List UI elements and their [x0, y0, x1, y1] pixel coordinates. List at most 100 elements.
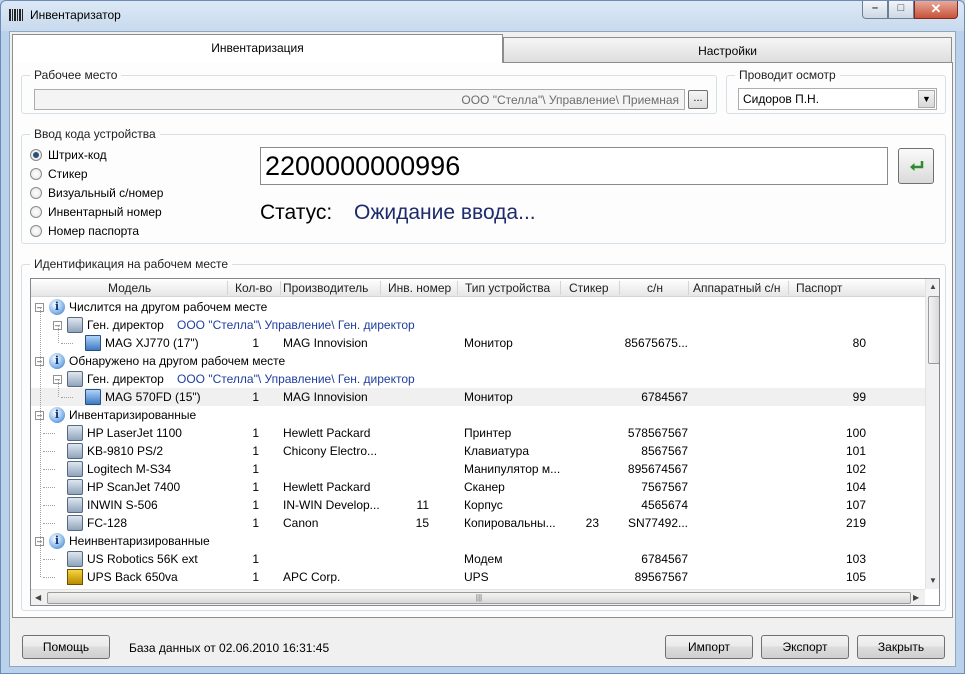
group-row[interactable]: – i Числится на другом рабочем месте [31, 298, 925, 316]
passport-cell: 80 [852, 336, 866, 350]
device-row[interactable]: INWIN S-506 1 IN-WIN Develop... 11 Корпус 456… [31, 496, 925, 514]
workplace-field[interactable]: ООО "Стелла"\ Управление\ Приемная [34, 89, 685, 110]
close-icon: ✕ [930, 1, 942, 16]
device-row[interactable]: FC-128 1 Canon 15 Копировальны... 23 SN77492..… [31, 514, 925, 532]
monitor-icon [85, 389, 101, 405]
printer-icon [67, 425, 83, 441]
ups-icon [67, 569, 83, 585]
quantity-cell: 1 [252, 570, 259, 584]
serial-cell: 895674567 [627, 462, 688, 476]
column-header[interactable]: с/н [647, 281, 663, 295]
workplace-browse-button[interactable]: ... [688, 90, 708, 109]
info-icon: i [49, 353, 65, 369]
radio-sticker[interactable]: Стикер [30, 166, 88, 182]
list-header: Модель Кол-во Производитель Инв. номер Тип у… [31, 279, 925, 297]
export-button[interactable]: Экспорт [761, 635, 849, 659]
vendor-cell: MAG Innovision [283, 390, 368, 404]
vendor-cell: APC Corp. [283, 570, 341, 584]
mouse-icon [67, 461, 83, 477]
passport-cell: 104 [845, 480, 866, 494]
model-cell: HP LaserJet 1100 [87, 426, 182, 440]
model-cell: KB-9810 PS/2 [87, 444, 164, 458]
vertical-scroll-thumb[interactable] [928, 296, 939, 364]
inspector-select[interactable]: Сидоров П.Н. ▼ [738, 88, 937, 110]
device-code-input[interactable]: 2200000000996 [260, 147, 888, 185]
scanner-icon [67, 479, 83, 495]
passport-cell: 100 [845, 426, 866, 440]
model-cell: US Robotics 56K ext [87, 552, 198, 566]
vertical-scrollbar[interactable]: ▲ ▼ [925, 279, 939, 589]
device-row[interactable]: KB-9810 PS/2 1 Chicony Electro... Клавиатур… [31, 442, 925, 460]
inventory-number-cell: 11 [416, 498, 429, 512]
serial-cell: 8567567 [641, 444, 688, 458]
horizontal-scrollbar[interactable]: ◀ ||| ▶ [31, 589, 925, 605]
import-button[interactable]: Импорт [665, 635, 753, 659]
column-header[interactable]: Кол-во [235, 281, 272, 295]
status-label: Статус: [260, 201, 333, 224]
minimize-button[interactable]: – [862, 1, 888, 19]
code-entry-group-title: Ввод кода устройства [30, 127, 160, 141]
tab-settings[interactable]: Настройки [503, 37, 952, 63]
model-cell: Обнаружено на другом рабочем месте [69, 354, 286, 368]
scroll-down-icon[interactable]: ▼ [929, 576, 937, 585]
status-value: Ожидание ввода... [354, 201, 536, 224]
radio-visual-serial[interactable]: Визуальный с/номер [30, 185, 163, 201]
column-header[interactable]: Производитель [283, 281, 368, 295]
inventory-panel: Рабочее место ООО "Стелла"\ Управление\ … [12, 62, 953, 618]
serial-cell: 85675675... [624, 336, 688, 350]
device-tree-list[interactable]: Модель Кол-во Производитель Инв. номер Тип у… [30, 278, 940, 606]
device-row[interactable]: HP ScanJet 7400 1 Hewlett Packard Сканер 756… [31, 478, 925, 496]
code-entry-group: Ввод кода устройства Штрих-код Стикер Ви… [21, 127, 946, 244]
window-title: Инвентаризатор [30, 8, 121, 22]
group-row[interactable]: – i Неинвентаризированные [31, 532, 925, 550]
inspector-group-title: Проводит осмотр [735, 68, 840, 82]
device-row[interactable]: HP LaserJet 1100 1 Hewlett Packard Принтер 5… [31, 424, 925, 442]
case-icon [67, 497, 83, 513]
serial-cell: SN77492... [627, 516, 688, 530]
model-cell: Неинвентаризированные [69, 534, 210, 548]
passport-cell: 102 [845, 462, 866, 476]
group-row[interactable]: – i Обнаружено на другом рабочем месте [31, 352, 925, 370]
device-row[interactable]: MAG XJ770 (17") 1 MAG Innovision Монитор 856… [31, 334, 925, 352]
device-row[interactable]: MAG 570FD (15") 1 MAG Innovision Монитор 678… [31, 388, 925, 406]
maximize-icon: □ [897, 2, 905, 14]
tab-inventory[interactable]: Инвентаризация [12, 34, 503, 63]
scroll-up-icon[interactable]: ▲ [929, 282, 937, 291]
model-cell: Инвентаризированные [69, 408, 197, 422]
help-button[interactable]: Помощь [22, 635, 110, 659]
identification-group-title: Идентификация на рабочем месте [30, 257, 233, 271]
enter-button[interactable] [898, 148, 934, 184]
radio-inventory-number[interactable]: Инвентарный номер [30, 204, 162, 220]
scroll-left-icon[interactable]: ◀ [35, 593, 41, 602]
sticker-cell: 23 [585, 516, 599, 530]
device-row[interactable]: US Robotics 56K ext 1 Модем 6784567 103 [31, 550, 925, 568]
passport-cell: 219 [845, 516, 866, 530]
radio-passport-number-label: Номер паспорта [48, 224, 140, 238]
column-header[interactable]: Модель [108, 281, 151, 295]
title-bar[interactable]: Инвентаризатор – □ ✕ [1, 1, 964, 29]
serial-cell: 7567567 [641, 480, 688, 494]
chevron-down-icon[interactable]: ▼ [918, 90, 935, 108]
column-header[interactable]: Паспорт [796, 281, 842, 295]
radio-passport-number[interactable]: Номер паспорта [30, 223, 139, 239]
quantity-cell: 1 [252, 498, 259, 512]
workstation-row[interactable]: – Ген. директор ООО "Стелла"\ Управление\ … [31, 370, 925, 388]
scroll-right-icon[interactable]: ▶ [913, 593, 919, 602]
location-cell: ООО "Стелла"\ Управление\ Ген. директор [177, 318, 415, 332]
horizontal-scroll-thumb[interactable]: ||| [47, 592, 911, 604]
workstation-row[interactable]: – Ген. директор ООО "Стелла"\ Управление\ … [31, 316, 925, 334]
close-button[interactable]: Закрыть [857, 635, 945, 659]
column-header[interactable]: Тип устройства [465, 281, 550, 295]
group-row[interactable]: – i Инвентаризированные [31, 406, 925, 424]
vendor-cell: IN-WIN Develop... [283, 498, 380, 512]
app-window: Инвентаризатор – □ ✕ Инвентаризация Наст… [0, 0, 965, 674]
column-header[interactable]: Стикер [569, 281, 609, 295]
device-row[interactable]: UPS Back 650va 1 APC Corp. UPS 89567567 105 [31, 568, 925, 586]
column-header[interactable]: Инв. номер [388, 281, 451, 295]
device-row[interactable]: Logitech M-S34 1 Манипулятор м... 895674567… [31, 460, 925, 478]
quantity-cell: 1 [252, 444, 259, 458]
column-header[interactable]: Аппаратный с/н [693, 281, 781, 295]
close-window-button[interactable]: ✕ [914, 1, 958, 19]
radio-barcode[interactable]: Штрих-код [30, 147, 107, 163]
maximize-button[interactable]: □ [888, 1, 914, 19]
